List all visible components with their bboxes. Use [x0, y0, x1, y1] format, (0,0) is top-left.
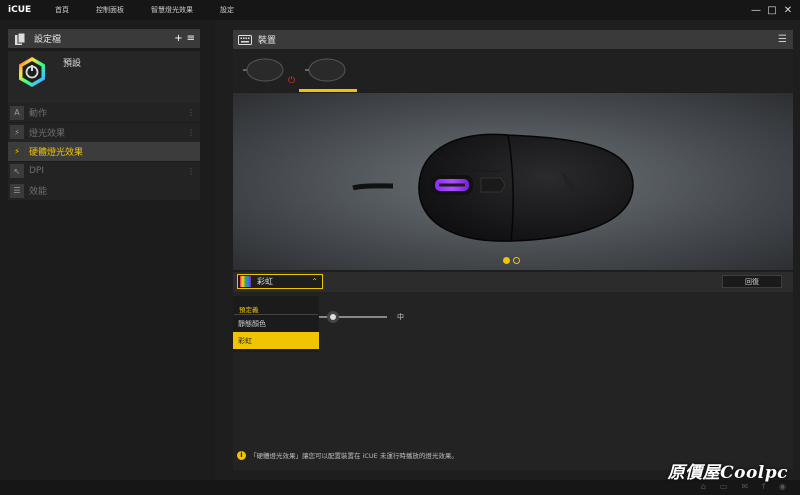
dropdown-group-label: 預定義: [234, 296, 318, 315]
effect-dropdown: 預定義 靜態顏色 彩虹: [233, 296, 319, 352]
menu-item-actions[interactable]: A 動作 ⋮: [8, 103, 200, 122]
info-text: 「硬體燈光效果」讓您可以配置裝置在 iCUE 未運行時播放的燈光效果。: [250, 452, 458, 460]
device-tabs: ⏻: [233, 51, 793, 92]
lighting-toolbar: 彩虹 ⌃ 回復: [233, 272, 793, 292]
add-profile-button[interactable]: +: [174, 33, 182, 44]
power-icon: ⏻: [288, 76, 296, 86]
more-icon[interactable]: ⋮: [187, 108, 195, 117]
restore-button[interactable]: 回復: [722, 275, 782, 288]
close-button[interactable]: ✕: [780, 5, 796, 16]
more-icon[interactable]: ⋮: [187, 128, 195, 137]
watermark: 原價屋Coolpc: [667, 463, 788, 483]
nav-home[interactable]: 首頁: [55, 5, 69, 15]
menu-item-label: 效能: [29, 187, 48, 197]
menu-item-label: 燈光效果: [29, 128, 66, 139]
nav-dashboard[interactable]: 控制面板: [96, 5, 124, 15]
device-thumb-mouse-2[interactable]: [299, 57, 357, 92]
menu-item-hardware-lighting[interactable]: ⚡ 硬體燈光效果: [8, 142, 200, 161]
profile-name: 預設: [63, 59, 82, 69]
menu-item-label: 動作: [29, 109, 48, 119]
nav-settings[interactable]: 設定: [220, 5, 234, 15]
carousel-dots: [503, 257, 520, 264]
option-rainbow[interactable]: 彩虹: [233, 332, 319, 349]
home-icon[interactable]: ⌂: [701, 482, 706, 491]
info-note: i 「硬體燈光效果」讓您可以配置裝置在 iCUE 未運行時播放的燈光效果。: [237, 450, 458, 460]
keyboard-icon: [238, 34, 252, 45]
profiles-menu-icon[interactable]: ≡: [187, 33, 195, 44]
device-preview: [233, 93, 793, 270]
app-title: iCUE: [8, 5, 32, 15]
devices-menu-icon[interactable]: ☰: [778, 34, 793, 45]
actions-icon: A: [10, 105, 24, 120]
carousel-dot-2[interactable]: [513, 257, 520, 264]
speed-slider-handle[interactable]: [327, 311, 339, 323]
menu-item-label: 硬體燈光效果: [29, 148, 84, 158]
instagram-icon[interactable]: ◉: [779, 482, 786, 491]
profiles-header: 設定檔 + ≡: [8, 29, 200, 48]
facebook-icon[interactable]: f: [762, 482, 765, 491]
mouse-icon: [243, 58, 284, 82]
more-icon[interactable]: ⋮: [187, 167, 195, 176]
device-thumb-mouse-1[interactable]: ⏻: [241, 57, 296, 91]
nav-smart-lighting[interactable]: 智慧燈光效果: [151, 5, 193, 15]
minimize-button[interactable]: —: [748, 5, 764, 16]
mouse-image: [352, 133, 634, 242]
effect-select-value: 彩虹: [257, 277, 273, 286]
menu-item-dpi[interactable]: ↖ DPI ⋮: [8, 161, 200, 181]
lightning-icon: ⚡: [10, 144, 24, 159]
cursor-icon: ↖: [10, 164, 24, 178]
speed-label: 中: [397, 313, 404, 321]
lightning-icon: ⚡: [10, 125, 24, 139]
info-icon: i: [237, 450, 246, 460]
effect-settings: 預定義 靜態顏色 彩虹 中 i 「硬體燈光效果」讓您可以配置裝置在 iCUE 未…: [233, 292, 793, 470]
option-static-color[interactable]: 靜態顏色: [233, 315, 319, 332]
carousel-dot-1[interactable]: [503, 257, 510, 264]
selected-indicator: [299, 89, 357, 92]
profile-docs-icon: [12, 32, 28, 45]
profile-menu: A 動作 ⋮ ⚡ 燈光效果 ⋮ ⚡ 硬體燈光效果 ↖ DPI ⋮ ☰ 效能: [8, 103, 200, 201]
left-panel: 設定檔 + ≡ 預設 A 動作 ⋮ ⚡ 燈光效果 ⋮ ⚡ 硬體燈光效果 ↖ DP…: [0, 20, 215, 480]
menu-item-lighting[interactable]: ⚡ 燈光效果 ⋮: [8, 122, 200, 142]
chat-icon[interactable]: ▭: [720, 482, 728, 491]
twitter-icon[interactable]: ✉: [741, 482, 748, 491]
menu-item-label: DPI: [29, 166, 45, 176]
title-bar: iCUE 首頁 控制面板 智慧燈光效果 設定 — □ ✕: [0, 0, 800, 20]
chevron-up-icon: ⌃: [311, 277, 318, 286]
effect-select[interactable]: 彩虹 ⌃: [237, 274, 323, 289]
rainbow-swatch-icon: [240, 276, 251, 287]
icue-logo-icon: [19, 57, 45, 87]
mouse-icon: [305, 58, 346, 82]
profiles-title: 設定檔: [34, 35, 62, 45]
toggles-icon: ☰: [10, 183, 24, 198]
maximize-button[interactable]: □: [764, 5, 780, 16]
menu-item-performance[interactable]: ☰ 效能: [8, 181, 200, 200]
devices-header: 裝置 ☰: [233, 30, 793, 49]
profile-card[interactable]: 預設: [8, 51, 200, 110]
devices-title: 裝置: [258, 36, 277, 46]
